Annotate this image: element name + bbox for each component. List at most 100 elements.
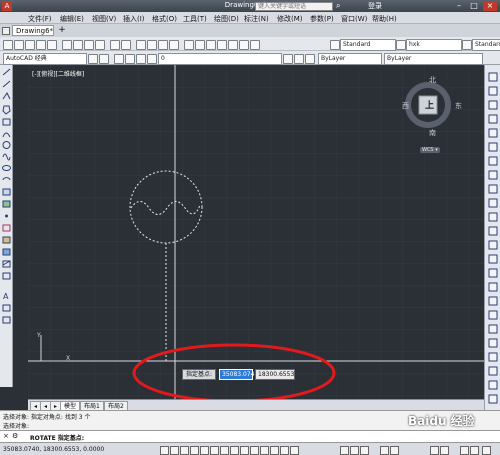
canvas-left-strip: [13, 65, 28, 387]
layer-lock-icon[interactable]: [136, 54, 146, 64]
table-style-select[interactable]: Standard: [472, 39, 500, 51]
menu-view[interactable]: 视图(V): [92, 14, 116, 24]
close-button[interactable]: ×: [483, 1, 497, 11]
preview-icon[interactable]: [47, 40, 57, 50]
menu-tools[interactable]: 工具(T): [183, 14, 207, 24]
annotation-scale-icon[interactable]: [380, 446, 389, 455]
properties-icon[interactable]: [184, 40, 194, 50]
design-center-icon[interactable]: [195, 40, 205, 50]
layer-color-icon[interactable]: [147, 54, 157, 64]
zoom-window-icon[interactable]: [158, 40, 168, 50]
minimize-button[interactable]: –: [452, 1, 466, 11]
menu-format[interactable]: 格式(O): [152, 14, 177, 24]
compass-west[interactable]: 西: [402, 101, 409, 111]
markup-icon[interactable]: [228, 40, 238, 50]
sheet-set-icon[interactable]: [217, 40, 227, 50]
command-line[interactable]: × ⚙ ROTATE 指定基点:: [0, 430, 500, 442]
tool-palettes-icon[interactable]: [206, 40, 216, 50]
model-space-icon[interactable]: [340, 446, 349, 455]
menu-toggle-icon[interactable]: [2, 27, 10, 35]
dynamic-ucs-icon[interactable]: [240, 446, 249, 455]
menu-parametric[interactable]: 参数(P): [310, 14, 334, 24]
menu-edit[interactable]: 编辑(E): [60, 14, 84, 24]
paste-icon[interactable]: [84, 40, 94, 50]
workspace-switching-icon[interactable]: [430, 446, 439, 455]
menu-modify[interactable]: 修改(M): [277, 14, 303, 24]
cut-icon[interactable]: [62, 40, 72, 50]
match-properties-icon[interactable]: [95, 40, 105, 50]
3d-object-snap-icon[interactable]: [220, 446, 229, 455]
lock-ui-icon[interactable]: [440, 446, 449, 455]
workspace-settings-icon[interactable]: [88, 54, 98, 64]
close-command-line-icon[interactable]: ×: [3, 432, 9, 440]
wcs-menu[interactable]: WCS ▾: [420, 147, 440, 153]
layer-on-icon[interactable]: [114, 54, 124, 64]
dynamic-input-x[interactable]: 35083.074: [219, 369, 254, 380]
compass-east[interactable]: 东: [455, 101, 462, 111]
save-icon[interactable]: [25, 40, 35, 50]
zoom-previous-icon[interactable]: [169, 40, 179, 50]
search-input[interactable]: 键入关键字或短语: [255, 2, 333, 11]
drawing-content: [28, 65, 484, 399]
grid-display-icon[interactable]: [180, 446, 189, 455]
layer-previous-icon[interactable]: [294, 54, 304, 64]
command-line-prompt[interactable]: ROTATE 指定基点:: [30, 433, 84, 442]
workspace-select[interactable]: AutoCAD 经典: [3, 53, 87, 65]
viewport-controls-label[interactable]: [-][俯视][二维线框]: [32, 69, 84, 78]
open-icon[interactable]: [14, 40, 24, 50]
isolate-objects-icon[interactable]: [460, 446, 469, 455]
dynamic-input-y[interactable]: 18300.6553: [255, 369, 295, 380]
clean-screen-icon[interactable]: [482, 446, 491, 455]
menu-window[interactable]: 窗口(W): [341, 14, 367, 24]
compass-south[interactable]: 南: [429, 128, 436, 138]
ortho-mode-icon[interactable]: [190, 446, 199, 455]
polar-tracking-icon[interactable]: [200, 446, 209, 455]
viewcube-top-label[interactable]: 上: [425, 98, 434, 111]
maximize-button[interactable]: □: [467, 1, 481, 11]
menu-draw[interactable]: 绘图(D): [214, 14, 239, 24]
dynamic-input-icon[interactable]: [250, 446, 259, 455]
layer-state-icon[interactable]: [305, 54, 315, 64]
tab-drawing6[interactable]: Drawing6*: [12, 25, 54, 36]
snap-mode-icon[interactable]: [170, 446, 179, 455]
layer-manager-icon[interactable]: [99, 54, 109, 64]
layer-select[interactable]: 0: [158, 53, 282, 65]
layer-freeze-icon[interactable]: [125, 54, 135, 64]
menu-file[interactable]: 文件(F): [28, 14, 52, 24]
zoom-realtime-icon[interactable]: [147, 40, 157, 50]
dim-style-select[interactable]: hxk: [406, 39, 462, 51]
infer-constraints-icon[interactable]: [160, 446, 169, 455]
login-button[interactable]: 登录: [368, 1, 382, 11]
calculator-icon[interactable]: [239, 40, 249, 50]
quick-view-drawings-icon[interactable]: [360, 446, 369, 455]
pan-icon[interactable]: [136, 40, 146, 50]
lineweight-icon[interactable]: [260, 446, 269, 455]
quick-view-layouts-icon[interactable]: [350, 446, 359, 455]
new-icon[interactable]: [3, 40, 13, 50]
quick-properties-icon[interactable]: [280, 446, 289, 455]
text-style-select[interactable]: Standard: [340, 39, 396, 51]
hardware-acceleration-icon[interactable]: [470, 446, 479, 455]
menu-help[interactable]: 帮助(H): [372, 14, 397, 24]
object-snap-icon[interactable]: [210, 446, 219, 455]
selection-cycling-icon[interactable]: [290, 446, 299, 455]
new-tab-icon[interactable]: +: [57, 25, 67, 35]
redo-icon[interactable]: [121, 40, 131, 50]
transparency-icon[interactable]: [270, 446, 279, 455]
menu-insert[interactable]: 插入(I): [123, 14, 145, 24]
copy-icon[interactable]: [73, 40, 83, 50]
command-line-tools-icon[interactable]: ⚙: [12, 432, 18, 440]
plot-icon[interactable]: [36, 40, 46, 50]
linetype-select[interactable]: ByLayer: [384, 53, 483, 65]
annotation-visibility-icon[interactable]: [390, 446, 399, 455]
compass-north[interactable]: 北: [429, 75, 436, 85]
undo-icon[interactable]: [110, 40, 120, 50]
drawing-canvas[interactable]: [28, 65, 484, 399]
color-select[interactable]: ByLayer: [318, 53, 382, 65]
menu-dimension[interactable]: 标注(N): [244, 14, 269, 24]
search-icon[interactable]: ⌕: [336, 1, 340, 11]
object-snap-tracking-icon[interactable]: [230, 446, 239, 455]
coordinate-readout[interactable]: 35083.0740, 18300.6553, 0.0000: [3, 446, 104, 453]
make-current-icon[interactable]: [283, 54, 293, 64]
help-icon[interactable]: [250, 40, 260, 50]
